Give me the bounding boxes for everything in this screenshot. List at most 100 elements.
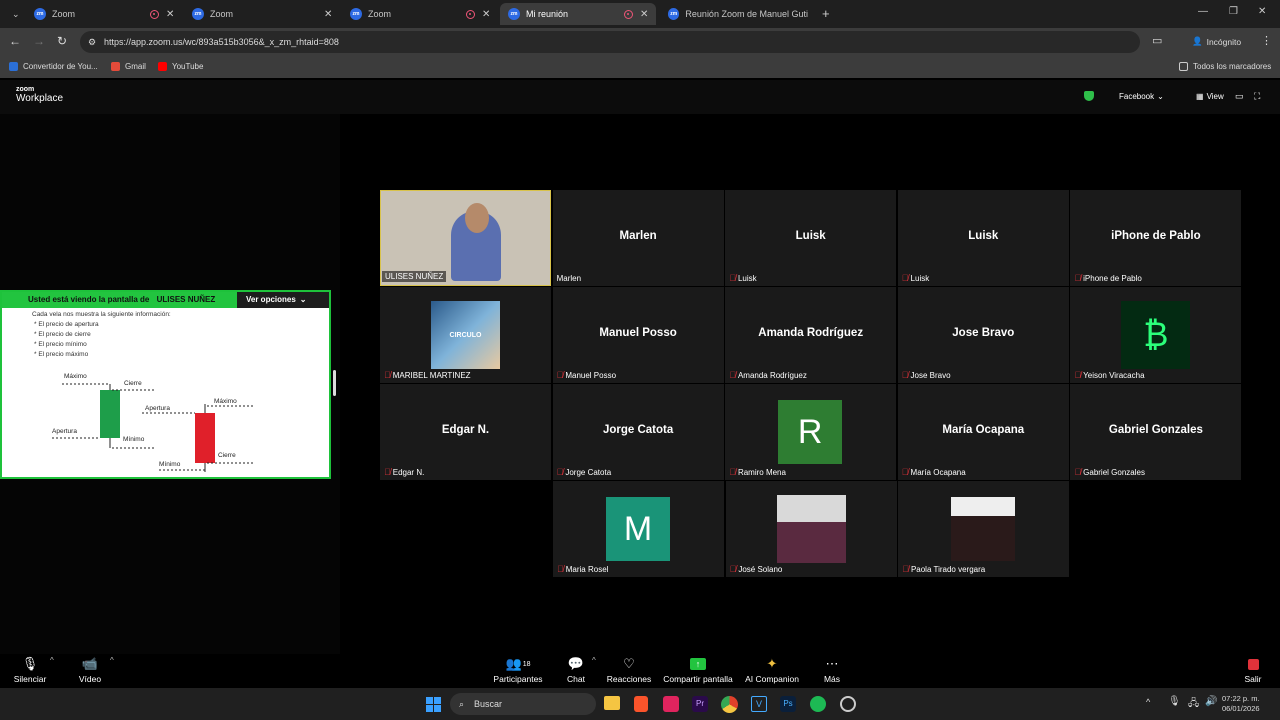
- participant-tile[interactable]: María Ocapana 🎙̸ María Ocapana: [897, 384, 1069, 480]
- candlestick-diagram: [52, 383, 254, 472]
- participant-name-label: Marlen: [557, 274, 581, 283]
- view-button[interactable]: ▦ View: [1196, 92, 1224, 101]
- volume-icon[interactable]: 🔊: [1205, 696, 1217, 707]
- participant-tile[interactable]: R 🎙̸ Ramiro Mena: [725, 384, 897, 480]
- participant-name: Jorge Catota: [565, 467, 612, 477]
- ai-companion-button[interactable]: ✦ AI Companion: [744, 654, 800, 688]
- participant-display-name: María Ocapana: [942, 424, 1025, 436]
- view-options-button[interactable]: Ver opciones ⌄: [246, 295, 307, 304]
- video-off-icon: 📹: [81, 656, 99, 671]
- chat-button[interactable]: 💬 Chat: [562, 654, 590, 688]
- participant-tile[interactable]: Marlen Marlen: [552, 190, 724, 286]
- layout-icon[interactable]: ▭: [1235, 91, 1244, 102]
- incognito-badge[interactable]: 👤 Incógnito: [1192, 36, 1241, 47]
- participants-button[interactable]: 👥 18 Participantes: [492, 654, 544, 688]
- reading-mode-icon[interactable]: ▭: [1152, 34, 1162, 47]
- participant-tile[interactable]: Jorge Catota 🎙̸ Jorge Catota: [552, 384, 724, 480]
- resize-handle[interactable]: [333, 370, 336, 396]
- close-tab-icon[interactable]: ✕: [324, 9, 332, 20]
- address-bar[interactable]: ⚙ https://app.zoom.us/wc/893a515b3056&_x…: [80, 31, 1140, 53]
- fullscreen-icon[interactable]: ⛶: [1254, 91, 1260, 102]
- browser-tab-1[interactable]: zm Zoom ✕: [26, 3, 178, 25]
- tab-list-button[interactable]: ⌄: [4, 3, 24, 25]
- reactions-label: Reacciones: [606, 674, 652, 684]
- reactions-button[interactable]: ♡ Reacciones: [606, 654, 652, 688]
- premiere-icon[interactable]: Pr: [692, 696, 708, 712]
- participant-tile[interactable]: CIRCULO 🎙̸ MARIBEL MARTINEZ: [380, 287, 551, 383]
- share-screen-button[interactable]: ↑ Compartir pantalla: [662, 654, 734, 688]
- mute-label: Silenciar: [13, 674, 47, 684]
- app-selector[interactable]: Facebook ⌄: [1119, 92, 1164, 101]
- site-info-icon[interactable]: ⚙: [88, 31, 96, 53]
- browser-tab-2[interactable]: zm Zoom ✕: [184, 3, 340, 25]
- browser-tab-4[interactable]: zm Mi reunión ✕: [500, 3, 656, 25]
- avatar-picture-text: CIRCULO: [449, 331, 482, 339]
- shared-screen: Usted está viendo la pantalla de ULISES …: [0, 290, 331, 479]
- shield-icon[interactable]: [1084, 91, 1094, 101]
- participant-display-name: iPhone de Pablo: [1111, 230, 1201, 242]
- forward-icon[interactable]: →: [33, 34, 45, 48]
- minimize-icon[interactable]: —: [1198, 6, 1208, 17]
- muted-mic-icon: 🎙̸: [557, 564, 564, 574]
- chrome-icon[interactable]: [721, 696, 738, 713]
- participant-tile[interactable]: iPhone de Pablo 🎙̸ iPhone de Pablo: [1070, 190, 1242, 286]
- audio-options-icon[interactable]: ^: [50, 656, 54, 665]
- participant-tile[interactable]: Edgar N. 🎙̸ Edgar N.: [380, 384, 551, 480]
- leave-button[interactable]: Salir: [1240, 654, 1266, 688]
- reload-icon[interactable]: ↻: [57, 34, 67, 48]
- participant-tile[interactable]: Jose Bravo 🎙̸ Jose Bravo: [897, 287, 1069, 383]
- taskbar-search[interactable]: ⌕ Buscar: [450, 693, 596, 715]
- browser-tab-3[interactable]: zm Zoom ✕: [342, 3, 498, 25]
- close-window-icon[interactable]: ✕: [1258, 6, 1266, 17]
- tab-title: Mi reunión: [526, 9, 569, 19]
- video-options-icon[interactable]: ^: [110, 656, 114, 665]
- close-tab-icon[interactable]: ✕: [640, 9, 648, 20]
- participant-tile[interactable]: ₿ 🎙̸ Yeison Viracacha: [1070, 287, 1242, 383]
- spotify-icon[interactable]: [810, 696, 826, 712]
- photoshop-icon[interactable]: Ps: [780, 696, 796, 712]
- new-tab-icon[interactable]: +: [822, 6, 830, 21]
- browser-menu-icon[interactable]: ⋮: [1261, 34, 1272, 47]
- grid-icon: ▦: [1196, 92, 1204, 101]
- brave-icon[interactable]: [634, 696, 648, 712]
- chat-label: Chat: [567, 674, 585, 684]
- maximize-icon[interactable]: ❐: [1229, 6, 1238, 17]
- tray-mic-icon[interactable]: 🎙: [1168, 696, 1181, 707]
- bookmark-youtube[interactable]: YouTube: [158, 62, 203, 71]
- participant-tile[interactable]: Manuel Posso 🎙̸ Manuel Posso: [552, 287, 724, 383]
- participant-tile[interactable]: Gabriel Gonzales 🎙̸ Gabriel Gonzales: [1070, 384, 1242, 480]
- all-bookmarks[interactable]: Todos los marcadores: [1179, 62, 1271, 71]
- video-button[interactable]: 📹 Vídeo: [74, 654, 106, 688]
- more-button[interactable]: ⋯ Más: [820, 654, 844, 688]
- close-tab-icon[interactable]: ✕: [482, 9, 490, 20]
- participant-name-label: 🎙̸ Luisk: [729, 273, 756, 283]
- clock[interactable]: 07:22 p. m. 06/01/2026: [1222, 694, 1260, 714]
- bookmarks-bar: Convertidor de You... Gmail YouTube Todo…: [0, 56, 1280, 78]
- bookmark-converter[interactable]: Convertidor de You...: [9, 62, 98, 71]
- browser-tab-5[interactable]: zm Reunión Zoom de Manuel Guti: [660, 3, 816, 25]
- network-icon[interactable]: 🖧: [1188, 696, 1199, 713]
- participant-tile[interactable]: Amanda Rodríguez 🎙̸ Amanda Rodríguez: [725, 287, 897, 383]
- options-label: Ver opciones: [246, 295, 296, 304]
- participant-tile[interactable]: Luisk 🎙̸ Luisk: [725, 190, 897, 286]
- participant-display-name: Jose Bravo: [952, 327, 1015, 339]
- participant-tile[interactable]: M 🎙̸ Maria Rosel: [553, 481, 724, 577]
- participant-tile[interactable]: 🎙̸ Paola Tirado vergara: [898, 481, 1070, 577]
- participant-tile[interactable]: 🎙̸ José Solano: [725, 481, 897, 577]
- close-tab-icon[interactable]: ✕: [166, 9, 174, 20]
- windows-start-icon[interactable]: [426, 697, 441, 712]
- participant-tile[interactable]: Luisk 🎙̸ Luisk: [897, 190, 1069, 286]
- bookmark-gmail[interactable]: Gmail: [111, 62, 146, 71]
- tray-chevron-icon[interactable]: ^: [1146, 697, 1150, 707]
- label-close-2: Cierre: [218, 452, 236, 459]
- vscode-icon[interactable]: V: [751, 696, 767, 712]
- tiktok-icon[interactable]: [663, 696, 679, 712]
- settings-icon[interactable]: [840, 696, 856, 712]
- participant-name-label: 🎙̸ Jorge Catota: [557, 467, 612, 477]
- chat-options-icon[interactable]: ^: [592, 656, 596, 665]
- bookmark-label: YouTube: [172, 62, 204, 71]
- back-icon[interactable]: ←: [9, 34, 21, 48]
- file-explorer-icon[interactable]: [604, 696, 620, 710]
- mute-button[interactable]: 🎙 Silenciar: [13, 654, 47, 688]
- participant-tile[interactable]: ULISES NUÑEZ: [380, 190, 551, 286]
